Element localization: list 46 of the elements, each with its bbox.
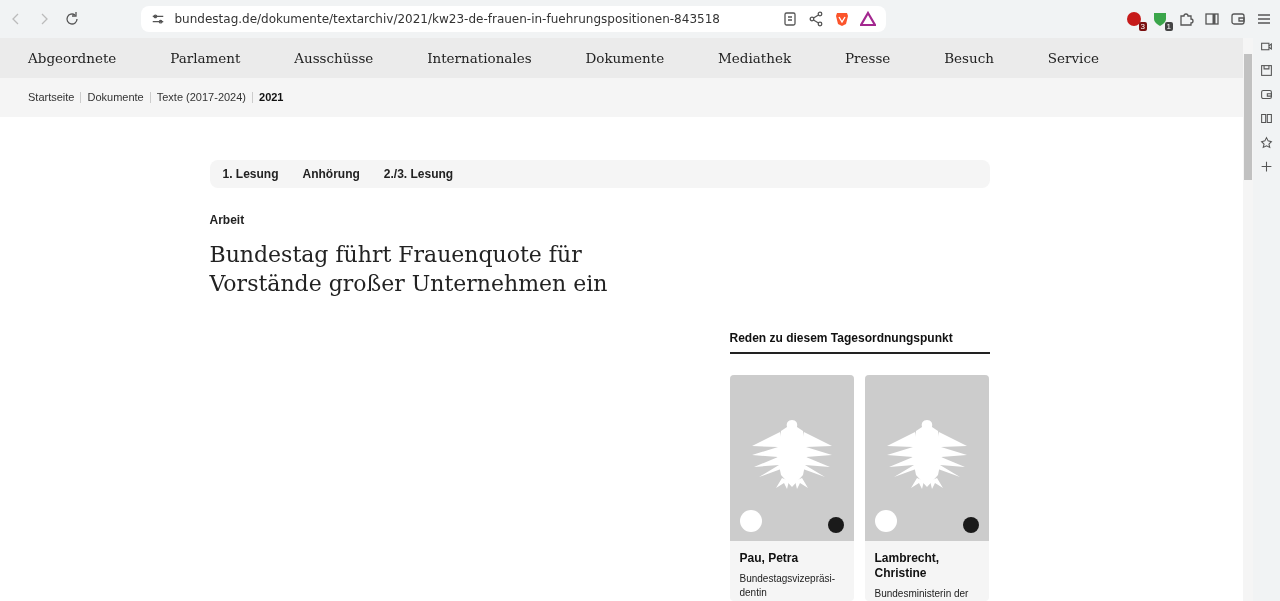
category-label: Arbeit — [209, 213, 246, 227]
triangle-icon[interactable] — [859, 11, 876, 27]
dot-icon — [962, 517, 979, 533]
share-icon[interactable] — [807, 11, 824, 27]
speaker-name[interactable]: Pau, Petra — [729, 541, 854, 566]
menu-icon[interactable] — [1256, 11, 1272, 27]
wallet-icon[interactable] — [1260, 88, 1273, 101]
nav-link[interactable]: Presse — [844, 49, 891, 66]
breadcrumb-current: 2021 — [259, 91, 284, 104]
scrollbar-thumb[interactable] — [1244, 54, 1252, 180]
tab[interactable]: 1. Lesung — [222, 167, 279, 181]
tab[interactable]: Anhörung — [302, 167, 360, 181]
notification-badge: 1 — [1164, 22, 1173, 31]
speaker-role: Bundesministerin der — [873, 587, 970, 601]
wallet-icon[interactable] — [1230, 11, 1246, 27]
reader-icon[interactable] — [781, 11, 798, 27]
video-icon[interactable] — [1260, 40, 1273, 53]
nav-link[interactable]: Service — [1047, 49, 1099, 66]
breadcrumb-link[interactable]: Texte (2017-2024) — [156, 91, 246, 104]
speaker-role: Bundestagsvizepräsi-dentin — [738, 572, 837, 600]
nav-link[interactable]: Ausschüsse — [294, 49, 374, 66]
breadcrumb-link[interactable]: Dokumente — [87, 91, 144, 104]
add-icon[interactable] — [1260, 160, 1273, 173]
dot-icon — [827, 517, 844, 533]
nav-link[interactable]: Internationales — [427, 49, 532, 66]
lion-shield-icon[interactable] — [833, 11, 850, 27]
sparkle-icon[interactable] — [1260, 136, 1273, 149]
notification-badge: 3 — [1138, 22, 1147, 31]
breadcrumb-link[interactable]: Startseite — [28, 91, 75, 104]
dot-icon — [739, 510, 762, 532]
dot-icon — [874, 510, 897, 532]
nav-link[interactable]: Mediathek — [718, 49, 792, 66]
sidebar-icon[interactable] — [1204, 11, 1220, 27]
puzzle-icon[interactable] — [1178, 11, 1194, 27]
speaker-name[interactable]: Lambrecht, Christine — [864, 541, 989, 581]
nav-link[interactable]: Abgeordnete — [28, 49, 117, 66]
save-icon[interactable] — [1260, 64, 1273, 77]
reload-icon[interactable] — [64, 11, 80, 27]
site-settings-icon[interactable] — [150, 12, 165, 26]
book-icon[interactable] — [1260, 112, 1273, 125]
article-title: Bundestag führt Frauenquote für Vorstände großer Unternehmen ein — [209, 241, 609, 298]
section-heading: Reden zu diesem Tagesordnungspunkt — [729, 331, 990, 354]
nav-link[interactable]: Besuch — [944, 49, 994, 66]
nav-link[interactable]: Parlament — [170, 49, 241, 66]
nav-link[interactable]: Dokumente — [585, 49, 665, 66]
tab[interactable]: 2./3. Lesung — [383, 167, 454, 181]
